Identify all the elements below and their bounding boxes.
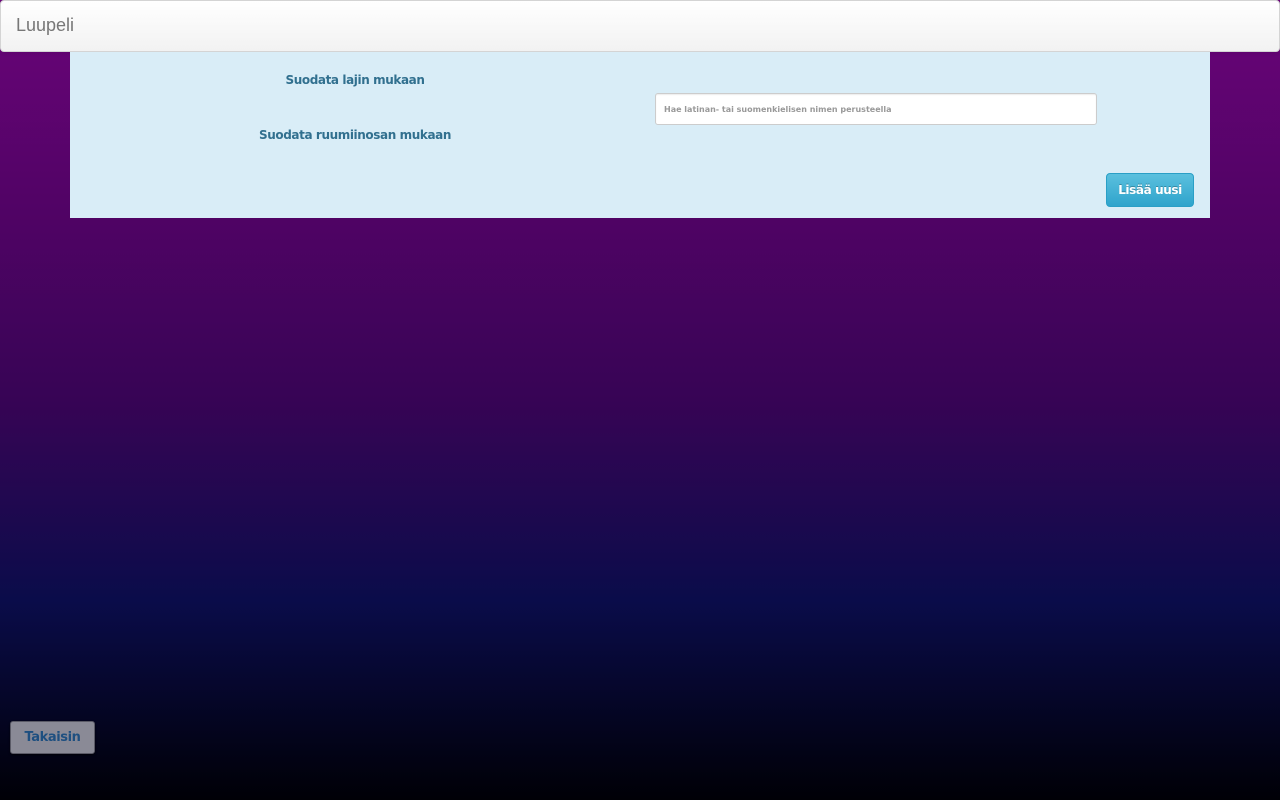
search-input[interactable] (655, 93, 1097, 125)
top-navbar: Luupeli (0, 0, 1280, 52)
add-new-button[interactable]: Lisää uusi (1106, 173, 1194, 207)
back-button[interactable]: Takaisin (10, 721, 95, 754)
species-filter-toggle[interactable]: Suodata lajin mukaan (70, 73, 640, 87)
filter-panel: Suodata lajin mukaan Suodata ruumiinosan… (70, 52, 1210, 218)
bodypart-filter-toggle[interactable]: Suodata ruumiinosan mukaan (70, 128, 640, 142)
app-brand[interactable]: Luupeli (16, 15, 74, 36)
